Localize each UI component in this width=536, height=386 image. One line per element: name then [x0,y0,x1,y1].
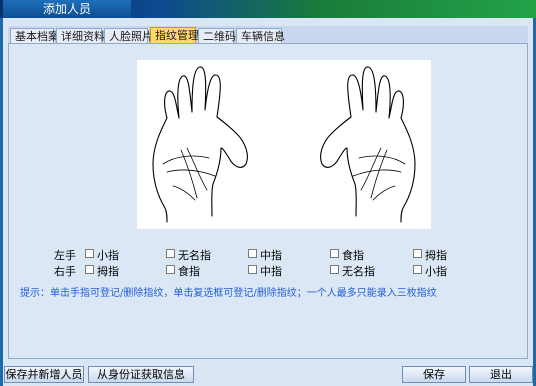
left-middle-finger-checkbox[interactable] [248,249,257,258]
title-bar: 添加人员 [0,0,536,18]
window-title: 添加人员 [3,0,131,18]
hands-illustration [152,66,416,223]
left-palm-lines [162,147,216,201]
right-middle-finger-checkbox[interactable] [248,265,257,274]
left-ring-finger-checkbox[interactable] [166,249,175,258]
right-middle-finger-label: 中指 [260,265,282,278]
tab-vehicle-info[interactable]: 车辆信息 [236,28,285,43]
tab-basic-profile[interactable]: 基本档案 [10,28,59,43]
exit-button[interactable]: 退出 [469,366,533,383]
hint-text: 提示：单击手指可登记/删除指纹，单击复选框可登记/删除指纹；一个人最多只能录入三… [20,288,437,299]
right-ring-finger-label: 无名指 [342,265,375,278]
left-thumb-label: 拇指 [425,249,447,262]
read-id-card-button[interactable]: 从身份证获取信息 [88,366,194,383]
tab-qr-code[interactable]: 二维码 [198,28,236,43]
left-little-finger-label: 小指 [97,249,119,262]
left-index-finger-checkbox[interactable] [330,249,339,258]
tab-fingerprint-management[interactable]: 指纹管理 [150,27,199,44]
right-thumb-checkbox[interactable] [85,265,94,274]
right-hand-label: 右手 [54,265,76,278]
save-button[interactable]: 保存 [402,366,466,383]
right-index-finger-label: 食指 [178,265,200,278]
right-index-finger-checkbox[interactable] [166,265,175,274]
right-thumb-label: 拇指 [97,265,119,278]
left-index-finger-label: 食指 [342,249,364,262]
save-and-add-button[interactable]: 保存并新增人员 [4,366,84,383]
tab-detailed-info[interactable]: 详细资料 [56,28,105,43]
left-little-finger-checkbox[interactable] [85,249,94,258]
right-little-finger-label: 小指 [425,265,447,278]
left-hand-label: 左手 [54,249,76,262]
right-little-finger-checkbox[interactable] [413,265,422,274]
right-hand-outline [320,66,416,223]
left-thumb-checkbox[interactable] [413,249,422,258]
hand-diagram [137,60,431,229]
left-ring-finger-label: 无名指 [178,249,211,262]
tab-face-photo[interactable]: 人脸照片 [104,28,153,43]
right-palm-lines [352,147,406,201]
left-hand-outline [152,66,248,223]
right-ring-finger-checkbox[interactable] [330,265,339,274]
left-middle-finger-label: 中指 [260,249,282,262]
